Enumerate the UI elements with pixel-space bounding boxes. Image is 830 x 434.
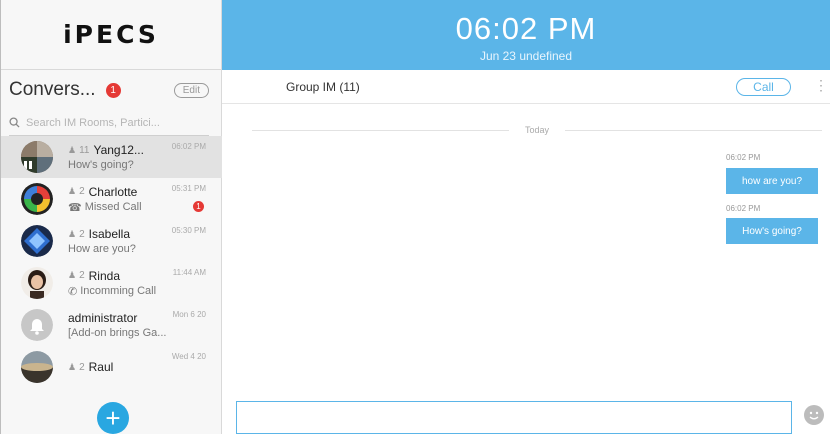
message-text: How's going? — [742, 225, 802, 237]
vertical-dots-icon[interactable]: ⋮ — [814, 78, 828, 92]
unread-badge: 1 — [105, 82, 121, 98]
participants-icon: ♟ — [68, 270, 77, 280]
conversation-preview: [Add-on brings Ga... — [68, 327, 167, 339]
participants-icon: ♟ — [68, 361, 77, 372]
conversation-time: 05:30 PM — [171, 226, 206, 235]
top-bar: 06:02 PM Jun 23 undefined — [222, 0, 830, 70]
conversation-name: administrator — [68, 311, 138, 325]
message-time: 06:02 PM — [726, 204, 761, 213]
conversation-name: Isabella — [88, 227, 131, 241]
app-logo: iPECS — [63, 20, 159, 49]
clock-date: Jun 23 undefined — [479, 49, 573, 63]
participant-count: 2 — [79, 270, 85, 281]
conversation-item[interactable]: ♟ 2 Raul Wed 4 20 — [1, 346, 222, 388]
conversation-item[interactable]: ♟ 11 Yang12... How's going? 06:02 PM — [1, 136, 222, 178]
participant-count: 2 — [79, 361, 85, 373]
bell-icon — [21, 309, 53, 341]
conversation-time: 06:02 PM — [171, 142, 206, 151]
conversation-item[interactable]: ♟ 2 Rinda ✆ Incomming Call 11:44 AM — [1, 262, 222, 304]
conversation-name: Charlotte — [88, 184, 138, 199]
add-conversation-button[interactable]: + — [97, 402, 129, 434]
conversation-time: Mon 6 20 — [172, 310, 206, 319]
conversation-time: 11:44 AM — [172, 268, 206, 277]
search-input[interactable] — [26, 116, 206, 129]
sidebar: iPECS Convers... 1 Edit Search IM Rooms,… — [0, 0, 222, 434]
participant-count: 2 — [79, 186, 85, 197]
message-bubble[interactable]: How's going? — [726, 218, 818, 244]
clock-time: 06:02 PM — [455, 11, 597, 46]
message-compose-box — [236, 401, 792, 434]
conversation-item[interactable]: ♟ 2 Charlotte ☎ Missed Call 05:31 PM 1 — [1, 178, 222, 220]
conversation-name: Raul — [88, 360, 114, 374]
unread-count-badge: 1 — [193, 201, 204, 212]
message-input[interactable] — [237, 402, 791, 433]
avatar — [21, 267, 53, 299]
conversation-time: Wed 4 20 — [171, 352, 206, 361]
group-avatar — [21, 141, 53, 173]
conversation-item[interactable]: ♟ 2 Isabella How are you? 05:30 PM — [1, 220, 222, 262]
missed-call-icon: ☎ — [68, 201, 82, 214]
emoji-button[interactable] — [804, 405, 824, 425]
avatar — [21, 225, 53, 257]
conversations-title: Convers... — [9, 79, 96, 100]
smiley-icon — [805, 406, 823, 424]
chat-header: Group IM (11) Call ⋮ — [222, 70, 830, 104]
participant-count: 11 — [79, 144, 90, 156]
conversation-preview: How's going? — [68, 159, 134, 171]
conversation-preview: How are you? — [68, 243, 136, 255]
edit-button[interactable]: Edit — [173, 82, 209, 98]
call-button[interactable]: Call — [736, 78, 791, 96]
divider-line — [565, 129, 822, 131]
message-time: 06:02 PM — [726, 153, 761, 162]
message-bubble[interactable]: how are you? — [726, 168, 818, 194]
plus-icon: + — [105, 403, 121, 433]
conversation-name: Rinda — [88, 268, 120, 283]
conversation-item[interactable]: administrator [Add-on brings Ga... Mon 6… — [1, 304, 222, 346]
participant-count: 2 — [79, 228, 85, 240]
conversation-list: ♟ 11 Yang12... How's going? 06:02 PM ♟ 2… — [1, 136, 222, 388]
conversations-header: Convers... 1 Edit — [1, 70, 221, 110]
conversation-preview: Incomming Call — [80, 285, 157, 297]
conversation-name: Yang12... — [93, 143, 144, 157]
search-bar — [9, 110, 209, 136]
avatar — [21, 183, 53, 215]
logo-bar: iPECS — [1, 0, 221, 70]
participants-icon: ♟ — [68, 186, 77, 196]
avatar — [21, 351, 53, 383]
participants-icon: ♟ — [68, 228, 77, 239]
divider-line — [252, 129, 509, 131]
incoming-call-icon: ✆ — [68, 285, 78, 298]
date-divider: Today — [252, 124, 822, 136]
participants-icon: ♟ — [68, 144, 77, 155]
chat-title: Group IM (11) — [286, 79, 360, 94]
conversation-time: 05:31 PM — [171, 184, 206, 193]
search-icon — [9, 117, 20, 128]
conversation-preview: Missed Call — [84, 201, 142, 213]
message-text: how are you? — [741, 175, 803, 187]
date-divider-label: Today — [524, 125, 550, 135]
